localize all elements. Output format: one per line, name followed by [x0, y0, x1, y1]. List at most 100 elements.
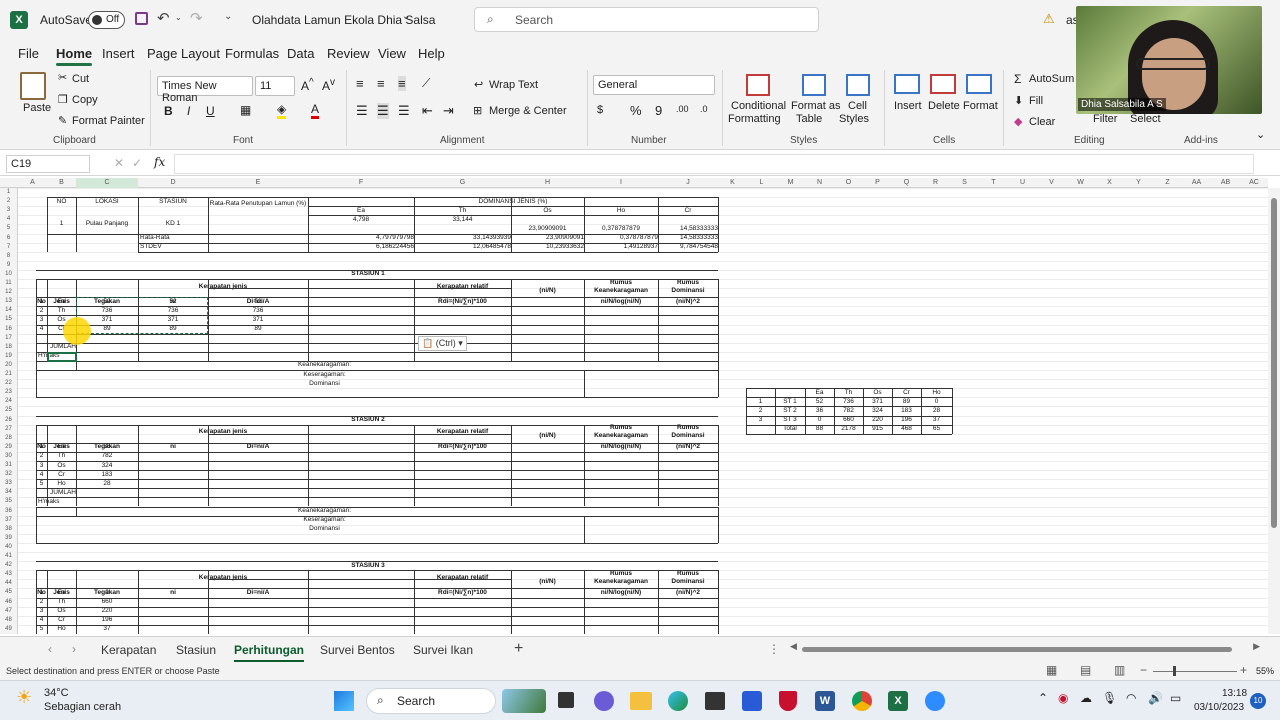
menu-file[interactable]: File [18, 46, 39, 61]
active-cell-c19[interactable] [47, 351, 77, 362]
col-ac[interactable]: AC [1240, 178, 1268, 188]
row-header[interactable]: 38 [0, 526, 17, 532]
cancel-icon[interactable]: ✕ [114, 156, 124, 170]
store-icon[interactable] [705, 692, 725, 710]
formula-input[interactable] [174, 154, 1254, 174]
notification-badge[interactable]: 10 [1250, 693, 1266, 709]
zoom-in-icon[interactable]: + [1240, 663, 1247, 677]
merge-center-button[interactable]: Merge & Center [489, 105, 567, 117]
col-z[interactable]: Z [1153, 178, 1182, 188]
widgets-icon[interactable] [502, 689, 546, 713]
word-icon[interactable]: W [815, 691, 835, 711]
zoom-out-icon[interactable]: − [1140, 663, 1147, 677]
add-sheet-icon[interactable]: + [514, 640, 523, 658]
redo-icon[interactable]: ↷ [190, 9, 203, 27]
copy-button[interactable]: Copy [72, 94, 98, 106]
row-header[interactable]: 8 [0, 253, 17, 259]
cut-icon[interactable]: ✂ [58, 71, 67, 84]
wifi-icon[interactable]: ◠ [1126, 691, 1136, 705]
row-header[interactable]: 49 [0, 626, 17, 632]
filter-button[interactable]: Filter [1093, 113, 1117, 125]
page-layout-view-icon[interactable]: ▤ [1080, 663, 1091, 677]
tray-chevron-icon[interactable]: ⌃ [1038, 691, 1048, 705]
col-i[interactable]: I [584, 178, 658, 188]
delete-cells-button[interactable]: Delete [928, 100, 960, 112]
align-top-icon[interactable]: ≡ [356, 76, 364, 91]
grow-font-icon[interactable]: A^ [301, 77, 314, 93]
battery-icon[interactable]: ▭ [1170, 691, 1181, 705]
zoom-slider[interactable] [1153, 666, 1237, 676]
clock-date[interactable]: 03/10/2023 [1194, 702, 1244, 713]
format-as-table-label-1[interactable]: Format as [791, 100, 841, 112]
insert-function-icon[interactable]: fx [154, 155, 165, 169]
percent-icon[interactable]: % [630, 103, 642, 118]
menu-home[interactable]: Home [56, 46, 93, 66]
col-j[interactable]: J [658, 178, 718, 188]
format-as-table-label-2[interactable]: Table [796, 113, 822, 125]
borders-icon[interactable]: ▦ [240, 103, 251, 117]
col-a[interactable]: A [18, 178, 47, 188]
font-size-select[interactable]: 11 [255, 76, 295, 96]
row-header[interactable]: 30 [0, 453, 17, 459]
row-header[interactable]: 41 [0, 553, 17, 559]
col-l[interactable]: L [747, 178, 776, 188]
row-header[interactable]: 48 [0, 617, 17, 623]
row-header[interactable]: 31 [0, 462, 17, 468]
row-header[interactable]: 13 [0, 298, 17, 304]
weather-icon[interactable]: ☀ [16, 687, 32, 708]
row-header[interactable]: 1 [0, 189, 17, 195]
col-w[interactable]: W [1066, 178, 1095, 188]
start-icon[interactable] [334, 691, 354, 711]
horizontal-scrollbar[interactable]: ◀ ▶ [790, 641, 1260, 654]
align-bottom-icon[interactable]: ≡ [398, 76, 406, 91]
shrink-font-icon[interactable]: Av [322, 77, 335, 93]
cell-styles-label-1[interactable]: Cell [848, 100, 867, 112]
col-v[interactable]: V [1037, 178, 1066, 188]
teams-chat-icon[interactable] [594, 691, 614, 711]
sheet-tab-survei-ikan[interactable]: Survei Ikan [413, 643, 473, 657]
italic-button[interactable]: I [187, 104, 190, 118]
font-name-select[interactable]: Times New Roman [157, 76, 253, 104]
clear-button[interactable]: Clear [1029, 116, 1055, 128]
row-header[interactable]: 45 [0, 589, 17, 595]
page-break-view-icon[interactable]: ▥ [1114, 663, 1125, 677]
tray-app-icon[interactable]: ◉ [1058, 691, 1068, 705]
row-header[interactable]: 20 [0, 362, 17, 368]
menu-view[interactable]: View [378, 46, 406, 61]
col-o[interactable]: O [834, 178, 863, 188]
row-header[interactable]: 26 [0, 417, 17, 423]
weather-temp[interactable]: 34°C [44, 687, 69, 699]
col-m[interactable]: M [776, 178, 805, 188]
row-header[interactable]: 18 [0, 344, 17, 350]
autosave-toggle[interactable]: Off [88, 11, 125, 29]
row-header[interactable]: 21 [0, 371, 17, 377]
row-header[interactable]: 25 [0, 407, 17, 413]
row-header[interactable]: 36 [0, 508, 17, 514]
row-header[interactable]: 2 [0, 198, 17, 204]
paste-options-button[interactable]: 📋 (Ctrl) ▾ [418, 335, 467, 351]
copy-icon[interactable]: ❐ [58, 93, 68, 106]
edge-icon[interactable] [668, 691, 688, 711]
clear-icon[interactable]: ◆ [1014, 115, 1022, 128]
mcafee-icon[interactable] [779, 691, 797, 711]
col-b[interactable]: B [47, 178, 76, 188]
row-header[interactable]: 10 [0, 271, 17, 277]
task-view-icon[interactable] [558, 692, 574, 708]
search-box[interactable]: ⌕ Search [474, 7, 819, 32]
wrap-text-icon[interactable]: ↩ [474, 78, 483, 91]
col-ab[interactable]: AB [1211, 178, 1240, 188]
autosum-button[interactable]: AutoSum [1029, 73, 1074, 85]
collapse-ribbon-icon[interactable]: ⌄ [1256, 128, 1265, 141]
row-header[interactable]: 33 [0, 480, 17, 486]
col-h[interactable]: H [511, 178, 584, 188]
cell-styles-icon[interactable] [846, 74, 870, 96]
row-header[interactable]: 44 [0, 580, 17, 586]
number-format-select[interactable]: General [593, 75, 715, 95]
row-header[interactable]: 17 [0, 335, 17, 341]
col-y[interactable]: Y [1124, 178, 1153, 188]
volume-icon[interactable]: 🔊 [1148, 691, 1163, 705]
align-center-icon[interactable]: ☰ [377, 103, 389, 119]
menu-page-layout[interactable]: Page Layout [147, 46, 220, 61]
row-header[interactable]: 12 [0, 289, 17, 295]
name-box[interactable]: C19 [6, 155, 90, 173]
